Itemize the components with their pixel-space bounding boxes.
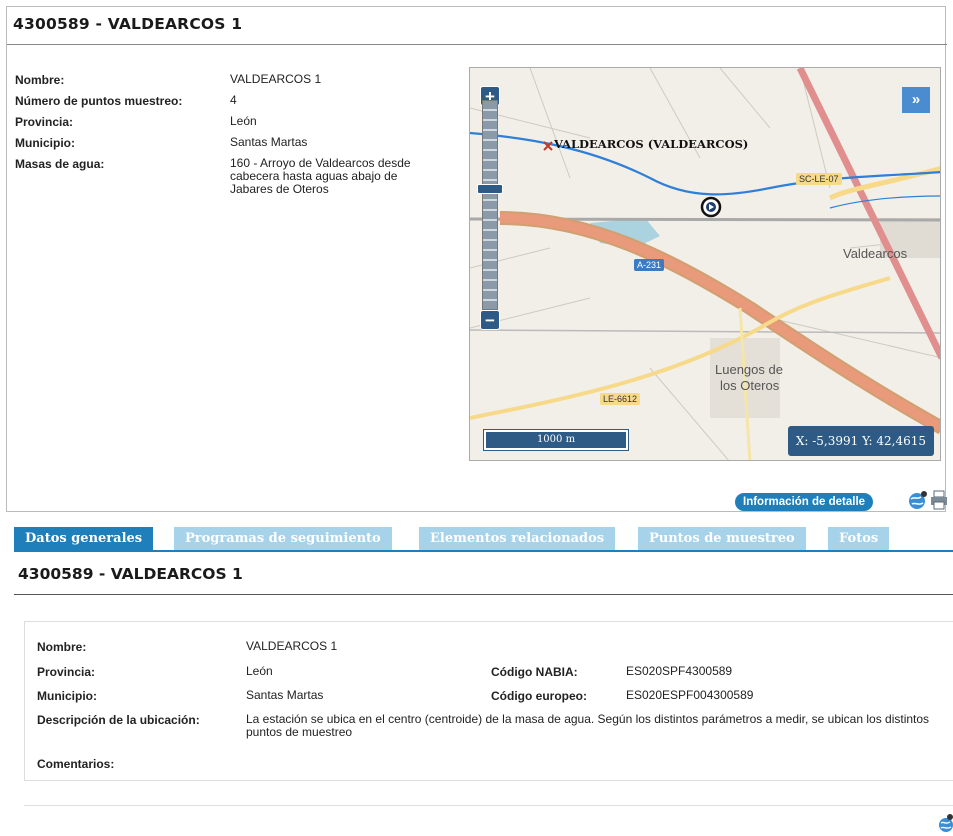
summary-label: Masas de agua: bbox=[15, 157, 105, 171]
summary-row-municipio: Municipio: Santas Martas bbox=[15, 136, 455, 157]
details-title: 4300589 - VALDEARCOS 1 bbox=[18, 565, 243, 583]
summary-value: León bbox=[230, 114, 257, 128]
footer-divider bbox=[24, 805, 953, 806]
summary-row-masas: Masas de agua: 160 - Arroyo de Valdearco… bbox=[15, 157, 455, 196]
comentarios-label: Comentarios: bbox=[37, 757, 115, 771]
summary-value: 4 bbox=[230, 93, 237, 107]
nombre-label: Nombre: bbox=[37, 640, 87, 654]
descripcion-label: Descripción de la ubicación: bbox=[37, 713, 200, 727]
title-divider bbox=[7, 44, 947, 45]
summary-value: VALDEARCOS 1 bbox=[230, 72, 322, 86]
municipio-label: Municipio: bbox=[37, 689, 97, 703]
detail-info-button[interactable]: Información de detalle bbox=[735, 493, 874, 511]
print-icon[interactable] bbox=[931, 489, 947, 511]
provincia-label: Provincia: bbox=[37, 665, 96, 679]
zoom-slider-track[interactable] bbox=[482, 100, 498, 310]
nombre-value: VALDEARCOS 1 bbox=[246, 639, 338, 653]
summary-row-provincia: Provincia: León bbox=[15, 115, 455, 136]
station-title: 4300589 - VALDEARCOS 1 bbox=[13, 15, 243, 33]
sampling-point-icon[interactable] bbox=[700, 196, 722, 218]
details-title-divider bbox=[14, 594, 953, 595]
globe-icon[interactable] bbox=[907, 489, 929, 511]
tab-puntos-muestreo[interactable]: Puntos de muestreo bbox=[638, 527, 806, 551]
road-label-a-231: A-231 bbox=[634, 259, 665, 271]
summary-value: 160 - Arroyo de Valdearcos desde cabecer… bbox=[230, 156, 411, 196]
nabia-value: ES020SPF4300589 bbox=[626, 664, 733, 678]
zoom-slider-thumb[interactable] bbox=[477, 184, 503, 194]
station-summary-panel: 4300589 - VALDEARCOS 1 Nombre: VALDEARCO… bbox=[6, 6, 947, 512]
expand-map-button[interactable]: » bbox=[902, 87, 930, 113]
map-station-label: VALDEARCOS (VALDEARCOS) bbox=[554, 137, 749, 151]
map-place-valdearcos: Valdearcos bbox=[843, 246, 908, 261]
descripcion-value: La estación se ubica en el centro (centr… bbox=[246, 712, 930, 739]
tab-datos-generales[interactable]: Datos generales bbox=[14, 527, 154, 551]
zoom-out-button[interactable]: − bbox=[480, 310, 500, 330]
details-box: Nombre: VALDEARCOS 1 Provincia: León Cód… bbox=[24, 621, 953, 781]
summary-label: Nombre: bbox=[15, 73, 65, 87]
provincia-value: León bbox=[246, 664, 273, 678]
summary-value: Santas Martas bbox=[230, 135, 308, 149]
municipio-value: Santas Martas bbox=[246, 688, 324, 702]
tab-divider bbox=[14, 550, 953, 552]
map-coordinates: X: -5,3991 Y: 42,4615 bbox=[787, 426, 934, 456]
summary-info: Nombre: VALDEARCOS 1 Número de puntos mu… bbox=[15, 73, 455, 196]
map-place-oteros: los Oteros bbox=[720, 378, 780, 393]
nabia-label: Código NABIA: bbox=[491, 665, 578, 679]
europeo-label: Código europeo: bbox=[491, 689, 587, 703]
tab-programas-seguimiento[interactable]: Programas de seguimiento bbox=[174, 527, 392, 551]
summary-label: Número de puntos muestreo: bbox=[15, 94, 183, 108]
station-marker-icon[interactable] bbox=[542, 140, 554, 152]
summary-row-nombre: Nombre: VALDEARCOS 1 bbox=[15, 73, 455, 94]
tab-elementos-relacionados[interactable]: Elementos relacionados bbox=[419, 527, 616, 551]
tab-fotos[interactable]: Fotos bbox=[828, 527, 890, 551]
globe-icon[interactable] bbox=[936, 813, 953, 833]
road-label-sc-le-07: SC-LE-07 bbox=[796, 173, 842, 185]
summary-label: Municipio: bbox=[15, 136, 75, 150]
summary-label: Provincia: bbox=[15, 115, 74, 129]
summary-row-puntos: Número de puntos muestreo: 4 bbox=[15, 94, 455, 115]
europeo-value: ES020ESPF004300589 bbox=[626, 688, 754, 702]
location-map[interactable]: + − » VALDEARCOS (VALDEARCOS) Valdearcos… bbox=[469, 67, 941, 461]
map-place-luengos: Luengos de bbox=[715, 362, 783, 377]
map-scale-bar: 1000 m bbox=[483, 429, 629, 451]
map-base-layer bbox=[470, 68, 940, 460]
road-label-le-6612: LE-6612 bbox=[600, 393, 641, 405]
